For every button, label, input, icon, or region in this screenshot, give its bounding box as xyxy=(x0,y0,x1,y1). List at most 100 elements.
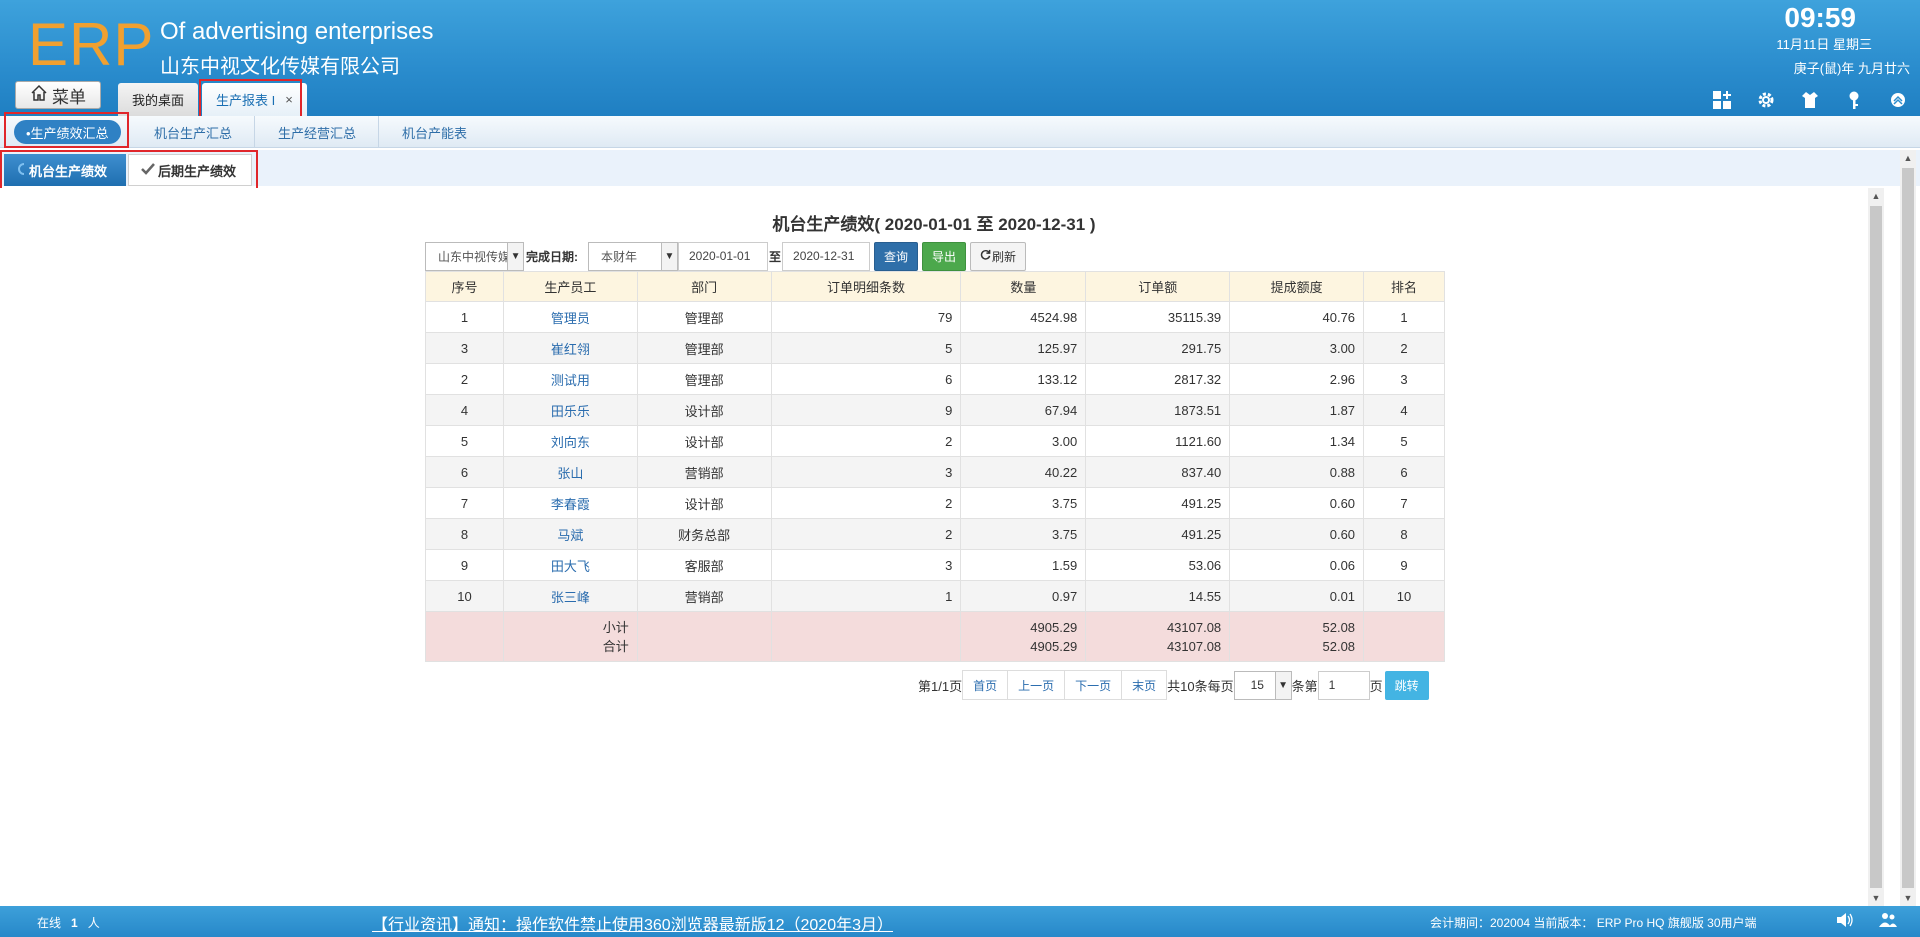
table-cell: 2 xyxy=(425,363,504,395)
shirt-icon[interactable] xyxy=(1798,88,1822,112)
clock: 09:59 xyxy=(1784,2,1856,33)
page-size-select[interactable]: 15 ▼ xyxy=(1233,670,1292,700)
report-title: 机台生产绩效( 2020-01-01 至 2020-12-31 ) xyxy=(772,215,1096,234)
table-cell: 设计部 xyxy=(636,425,772,457)
column-header: 部门 xyxy=(636,271,772,302)
tab-production-report[interactable]: 生产报表 I × xyxy=(202,83,307,116)
refresh-label: 刷新 xyxy=(992,249,1017,264)
company-select[interactable]: 山东中视传媒 ▼ xyxy=(425,241,524,271)
table-cell: 3 xyxy=(770,456,962,488)
column-header: 排名 xyxy=(1363,271,1445,302)
close-icon[interactable]: × xyxy=(285,92,293,107)
table-cell: 2 xyxy=(770,518,962,550)
prev-page-button[interactable]: 上一页 xyxy=(1008,671,1066,699)
subnav-machine-capacity[interactable]: 机台产能表 xyxy=(380,116,489,148)
table-cell: 3.00 xyxy=(960,425,1087,457)
app-header: ERP Of advertising enterprises 山东中视文化传媒有… xyxy=(0,0,1920,118)
table-cell: 1873.51 xyxy=(1085,394,1231,426)
table-row: 5 刘向东 设计部 2 3.00 1121.60 1.34 5 xyxy=(425,425,1445,457)
period-select[interactable]: 本财年 ▼ xyxy=(588,241,678,271)
menu-button[interactable]: 菜单 xyxy=(15,81,101,109)
chevron-down-icon: ▼ xyxy=(507,242,523,270)
pagination: 第1/1页 首页 上一页 下一页 末页 共10条每页 15 ▼ 条第 1 页 跳… xyxy=(918,670,1429,700)
table-cell: 2.96 xyxy=(1229,363,1365,395)
subnav-production-performance-summary[interactable]: •生产绩效汇总 xyxy=(14,120,121,144)
goto-page-input[interactable]: 1 xyxy=(1317,670,1370,700)
scroll-thumb[interactable] xyxy=(1902,168,1914,888)
table-cell: 837.40 xyxy=(1085,456,1231,488)
pager-buttons: 首页 上一页 下一页 末页 xyxy=(962,670,1168,700)
grid-plus-icon[interactable] xyxy=(1710,88,1734,112)
table-cell: 53.06 xyxy=(1085,549,1231,581)
first-page-button[interactable]: 首页 xyxy=(963,671,1009,699)
summary-row: 小计 合计 4905.29 4905.29 43107.08 43107.08 52.08 5… xyxy=(425,611,1445,662)
table-cell: 2 xyxy=(770,425,962,457)
query-button[interactable]: 查询 xyxy=(874,241,919,271)
summary-cell xyxy=(770,611,962,662)
table-cell: 491.25 xyxy=(1085,518,1231,550)
report-tabs: 机台生产绩效 后期生产绩效 xyxy=(0,150,1920,190)
employee-link[interactable]: 测试用 xyxy=(551,373,590,388)
date-from-input[interactable]: 2020-01-01 xyxy=(678,241,768,271)
scroll-down-icon[interactable]: ▼ xyxy=(1868,890,1884,906)
employee-link[interactable]: 张三峰 xyxy=(551,590,590,605)
goto-button[interactable]: 跳转 xyxy=(1384,670,1429,700)
summary-value: 合计 xyxy=(602,638,629,654)
summary-value: 52.08 xyxy=(1322,619,1356,635)
employee-link[interactable]: 马斌 xyxy=(557,528,583,543)
page-scrollbar[interactable]: ▲ ▼ xyxy=(1900,150,1916,906)
employee-link[interactable]: 田乐乐 xyxy=(551,404,590,419)
key-icon[interactable] xyxy=(1842,88,1866,112)
export-button[interactable]: 导出 xyxy=(922,241,967,271)
table-row: 10 张三峰 营销部 1 0.97 14.55 0.01 10 xyxy=(425,580,1445,612)
employee-link[interactable]: 管理员 xyxy=(551,311,590,326)
employee-link[interactable]: 崔红翎 xyxy=(551,342,590,357)
collapse-up-icon[interactable] xyxy=(1886,88,1910,112)
table-cell: 0.01 xyxy=(1229,580,1365,612)
table-cell: 6 xyxy=(770,363,962,395)
table-cell: 管理员 xyxy=(502,301,638,333)
employee-link[interactable]: 张山 xyxy=(557,466,583,481)
tab-my-desktop[interactable]: 我的桌面 xyxy=(118,83,199,116)
tab-label: 我的桌面 xyxy=(132,93,185,108)
online-users: 在线 1 人 xyxy=(37,914,100,931)
employee-link[interactable]: 刘向东 xyxy=(551,435,590,450)
news-link[interactable]: 【行业资讯】通知：操作软件禁止使用360浏览器最新版12（2020年3月） xyxy=(372,911,893,935)
table-cell: 3 xyxy=(425,332,504,364)
refresh-button[interactable]: 刷新 xyxy=(970,241,1027,271)
next-page-button[interactable]: 下一页 xyxy=(1065,671,1123,699)
scroll-down-icon[interactable]: ▼ xyxy=(1900,890,1916,906)
page-unit: 页 xyxy=(1369,678,1383,694)
table-cell: 9 xyxy=(770,394,962,426)
table-cell: 管理部 xyxy=(636,301,772,333)
table-cell: 4 xyxy=(1363,394,1445,426)
performance-table: 序号 生产员工 部门 订单明细条数 数量 订单额 提成额度 排名 1 管理员 管理部… xyxy=(425,271,1445,662)
speaker-icon[interactable] xyxy=(1836,912,1854,933)
table-row: 9 田大飞 客服部 3 1.59 53.06 0.06 9 xyxy=(425,549,1445,581)
summary-value: 4905.29 xyxy=(1030,638,1078,654)
table-cell: 8 xyxy=(1363,518,1445,550)
company-name-cn: 山东中视文化传媒有限公司 xyxy=(160,56,400,78)
lunar-date: 庚子(鼠)年 九月廿六 xyxy=(1793,61,1910,76)
content-scrollbar[interactable]: ▲ ▼ xyxy=(1868,188,1884,906)
employee-link[interactable]: 李春霞 xyxy=(551,497,590,512)
tab-machine-performance[interactable]: 机台生产绩效 xyxy=(4,154,126,186)
scroll-up-icon[interactable]: ▲ xyxy=(1868,188,1884,204)
scroll-up-icon[interactable]: ▲ xyxy=(1900,150,1916,166)
subnav-production-operation-summary[interactable]: 生产经营汇总 xyxy=(256,116,380,148)
gear-icon[interactable] xyxy=(1754,88,1778,112)
summary-cell: 小计 合计 xyxy=(502,611,638,662)
users-icon[interactable] xyxy=(1878,912,1898,933)
scroll-thumb[interactable] xyxy=(1870,206,1882,888)
chevron-down-icon: ▼ xyxy=(1274,671,1291,699)
date-to-input[interactable]: 2020-12-31 xyxy=(782,241,871,271)
employee-link[interactable]: 田大飞 xyxy=(551,559,590,574)
last-page-button[interactable]: 末页 xyxy=(1122,671,1166,699)
column-header: 序号 xyxy=(425,271,504,302)
tab-post-production-performance[interactable]: 后期生产绩效 xyxy=(128,154,252,186)
subnav-machine-production-summary[interactable]: 机台生产汇总 xyxy=(132,116,256,148)
summary-value: 43107.08 xyxy=(1166,638,1222,654)
table-cell: 4524.98 xyxy=(960,301,1087,333)
online-label: 在线 xyxy=(37,916,62,930)
summary-cell: 52.08 52.08 xyxy=(1229,611,1365,662)
